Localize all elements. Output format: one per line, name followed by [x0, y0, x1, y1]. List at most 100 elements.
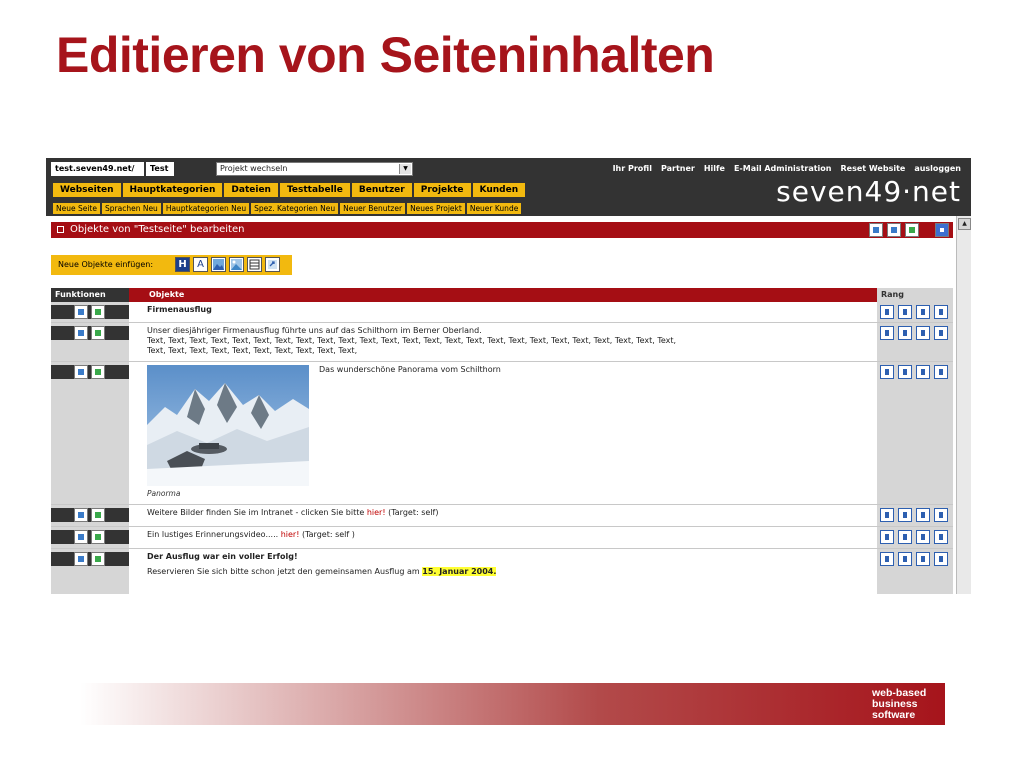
- tab-projekte[interactable]: Projekte: [413, 183, 471, 197]
- edit-icon[interactable]: [74, 508, 88, 522]
- link-partner[interactable]: Partner: [661, 162, 695, 176]
- insert-buttons: H A: [175, 257, 280, 272]
- table-row: Weitere Bilder finden Sie im Intranet - …: [51, 505, 953, 527]
- insert-objects-bar: Neue Objekte einfügen: H A: [51, 255, 292, 275]
- link-help[interactable]: Hilfe: [704, 162, 725, 176]
- move-top-icon[interactable]: [880, 508, 894, 522]
- page-breadcrumb[interactable]: Test: [146, 162, 174, 176]
- object-text[interactable]: Der Ausflug war ein voller Erfolg!: [147, 552, 867, 562]
- link-email-admin[interactable]: E-Mail Administration: [734, 162, 832, 176]
- move-down-icon[interactable]: [916, 365, 930, 379]
- tab-benutzer[interactable]: Benutzer: [351, 183, 412, 197]
- image-icon: [213, 259, 224, 270]
- tab-dateien[interactable]: Dateien: [224, 183, 278, 197]
- schilthorn-panorama-photo[interactable]: [147, 365, 309, 486]
- subnav-neuer-kunde[interactable]: Neuer Kunde: [466, 203, 522, 214]
- move-bottom-icon[interactable]: [934, 530, 948, 544]
- highlighted-date: 15. Januar 2004.: [422, 567, 497, 576]
- insert-table-button[interactable]: [247, 257, 262, 272]
- insert-label: Neue Objekte einfügen:: [58, 260, 154, 269]
- move-bottom-icon[interactable]: [934, 552, 948, 566]
- link-profile[interactable]: Ihr Profil: [613, 162, 652, 176]
- move-bottom-icon[interactable]: [934, 326, 948, 340]
- subnav-sprachen-neu[interactable]: Sprachen Neu: [102, 203, 161, 214]
- insert-image-button[interactable]: [229, 257, 244, 272]
- move-up-icon[interactable]: [898, 508, 912, 522]
- duplicate-icon[interactable]: [91, 530, 105, 544]
- tab-webseiten[interactable]: Webseiten: [53, 183, 121, 197]
- image-text[interactable]: Das wunderschöne Panorama vom Schilthorn: [319, 365, 501, 374]
- move-top-icon[interactable]: [880, 552, 894, 566]
- duplicate-icon[interactable]: [91, 305, 105, 319]
- scroll-up-icon[interactable]: ▲: [958, 218, 971, 230]
- move-top-icon[interactable]: [880, 530, 894, 544]
- move-down-icon[interactable]: [916, 530, 930, 544]
- table-row: Firmenausflug: [51, 302, 953, 323]
- edit-icon[interactable]: [74, 326, 88, 340]
- insert-image-text-button[interactable]: [211, 257, 226, 272]
- tab-hauptkategorien[interactable]: Hauptkategorien: [122, 183, 223, 197]
- edit-icon[interactable]: [74, 365, 88, 379]
- insert-link-button[interactable]: [265, 257, 280, 272]
- col-funktionen: Funktionen: [51, 288, 129, 302]
- move-up-icon[interactable]: [898, 552, 912, 566]
- preview-icon[interactable]: [869, 223, 883, 237]
- back-icon[interactable]: [935, 223, 949, 237]
- move-down-icon[interactable]: [916, 305, 930, 319]
- page-number: 6: [955, 710, 963, 725]
- move-down-icon[interactable]: [916, 552, 930, 566]
- duplicate-icon[interactable]: [91, 326, 105, 340]
- app-header: test.seven49.net/ Test Projekt wechseln …: [46, 158, 971, 216]
- object-text[interactable]: Weitere Bilder finden Sie im Intranet - …: [147, 508, 867, 518]
- move-top-icon[interactable]: [880, 365, 894, 379]
- insert-heading-button[interactable]: H: [175, 257, 190, 272]
- edit-icon[interactable]: [74, 552, 88, 566]
- edit-properties-icon[interactable]: [887, 223, 901, 237]
- site-breadcrumb[interactable]: test.seven49.net/: [51, 162, 144, 176]
- duplicate-icon[interactable]: [91, 508, 105, 522]
- link-icon: [268, 260, 277, 269]
- move-bottom-icon[interactable]: [934, 365, 948, 379]
- object-text[interactable]: Ein lustiges Erinnerungsvideo..... hier!…: [147, 530, 867, 540]
- cms-screenshot: test.seven49.net/ Test Projekt wechseln …: [46, 158, 971, 594]
- move-bottom-icon[interactable]: [934, 508, 948, 522]
- object-text[interactable]: Unser diesjähriger Firmenausflug führte …: [147, 326, 867, 356]
- project-select[interactable]: Projekt wechseln ▼: [216, 162, 413, 176]
- link-logout[interactable]: ausloggen: [914, 162, 961, 176]
- move-top-icon[interactable]: [880, 305, 894, 319]
- subnav-neuer-benutzer[interactable]: Neuer Benutzer: [340, 203, 406, 214]
- move-bottom-icon[interactable]: [934, 305, 948, 319]
- object-title[interactable]: Firmenausflug: [147, 305, 867, 315]
- insert-text-button[interactable]: A: [193, 257, 208, 272]
- move-up-icon[interactable]: [898, 305, 912, 319]
- tab-testtabelle[interactable]: Testtabelle: [279, 183, 350, 197]
- intranet-link[interactable]: hier!: [367, 508, 386, 517]
- subnav-neue-seite[interactable]: Neue Seite: [53, 203, 100, 214]
- footer-tagline: web-based business software: [872, 687, 927, 721]
- object-text[interactable]: Reservieren Sie sich bitte schon jetzt d…: [147, 567, 867, 577]
- collapse-icon[interactable]: [57, 225, 64, 233]
- video-link[interactable]: hier!: [281, 530, 300, 539]
- image-caption: Panorma: [147, 489, 181, 498]
- edit-icon[interactable]: [74, 530, 88, 544]
- chevron-down-icon[interactable]: ▼: [399, 164, 411, 174]
- duplicate-icon[interactable]: [91, 365, 105, 379]
- subnav-hauptkategorien-neu[interactable]: Hauptkategorien Neu: [162, 203, 250, 214]
- col-objekte: Objekte: [129, 288, 877, 302]
- tab-kunden[interactable]: Kunden: [472, 183, 526, 197]
- link-reset-website[interactable]: Reset Website: [841, 162, 906, 176]
- move-up-icon[interactable]: [898, 365, 912, 379]
- subnav-neues-projekt[interactable]: Neues Projekt: [407, 203, 465, 214]
- duplicate-icon[interactable]: [91, 552, 105, 566]
- edit-icon[interactable]: [74, 305, 88, 319]
- move-down-icon[interactable]: [916, 326, 930, 340]
- subnav-spez-kategorien-neu[interactable]: Spez. Kategorien Neu: [251, 203, 339, 214]
- move-up-icon[interactable]: [898, 326, 912, 340]
- vertical-scrollbar[interactable]: ▲: [956, 216, 971, 594]
- edit-bar-actions: [869, 223, 949, 237]
- copy-icon[interactable]: [905, 223, 919, 237]
- move-top-icon[interactable]: [880, 326, 894, 340]
- table-row: Das wunderschöne Panorama vom Schilthorn…: [51, 362, 953, 505]
- move-down-icon[interactable]: [916, 508, 930, 522]
- move-up-icon[interactable]: [898, 530, 912, 544]
